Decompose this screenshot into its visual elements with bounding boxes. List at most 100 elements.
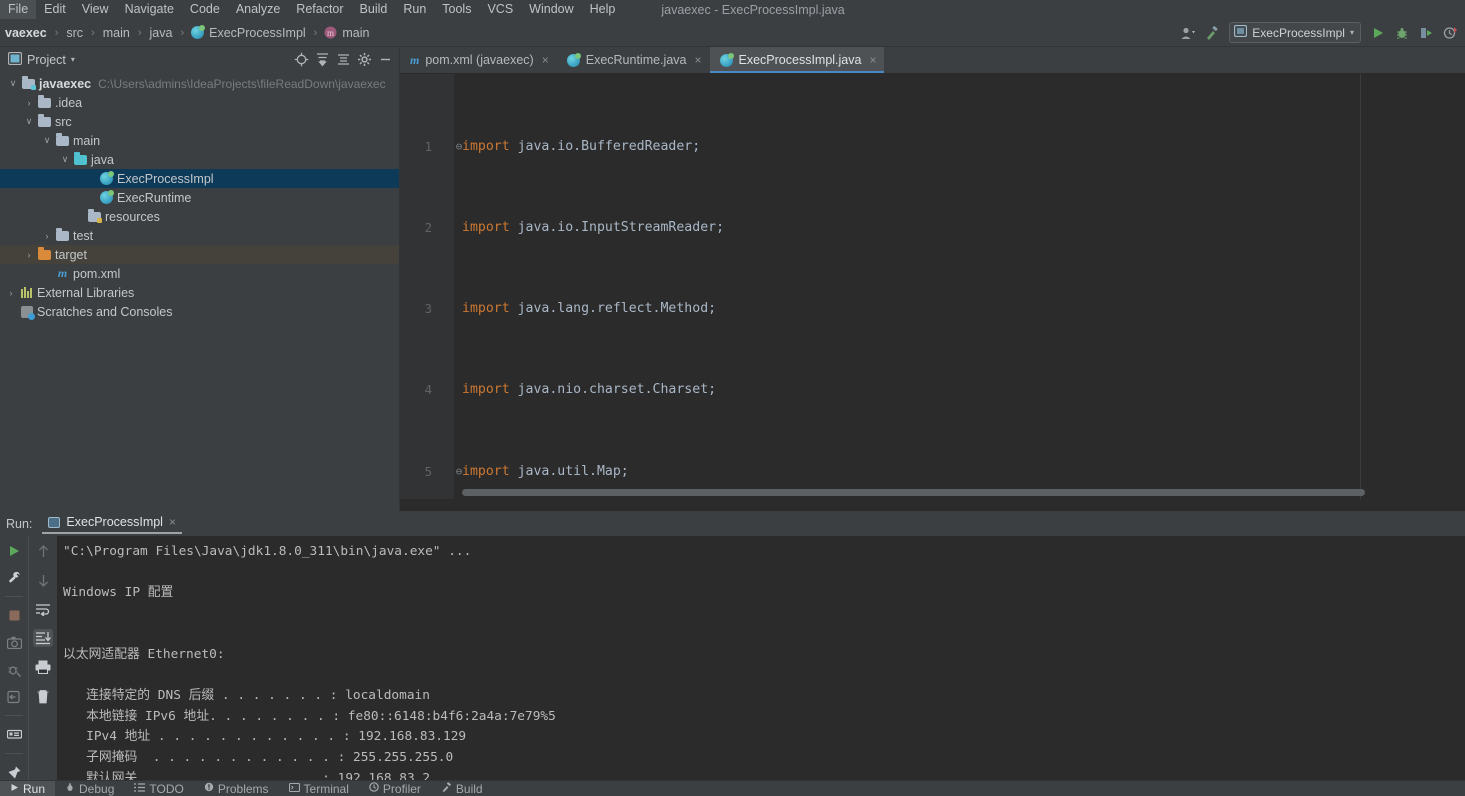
status-item-todo[interactable]: TODO: [124, 781, 193, 796]
chevron-down-icon[interactable]: ∨: [40, 135, 54, 146]
tree-row-resources[interactable]: · resources: [0, 207, 399, 226]
tree-row-java[interactable]: ∨ java: [0, 150, 399, 169]
java-class-icon: [566, 52, 581, 67]
menu-navigate[interactable]: Navigate: [117, 0, 182, 19]
menu-window[interactable]: Window: [521, 0, 581, 19]
exit-icon[interactable]: [4, 688, 24, 705]
menu-vcs[interactable]: VCS: [479, 0, 521, 19]
profiler-clock-icon[interactable]: [1439, 22, 1461, 44]
chevron-down-icon[interactable]: ∨: [22, 116, 36, 127]
menu-build[interactable]: Build: [352, 0, 396, 19]
menu-help[interactable]: Help: [582, 0, 624, 19]
settings-wrench-icon[interactable]: [4, 569, 24, 586]
scroll-to-end-icon[interactable]: [33, 629, 53, 647]
chevron-right-icon[interactable]: ›: [22, 98, 36, 108]
java-class-icon: [98, 171, 115, 185]
rerun-icon[interactable]: [4, 542, 24, 559]
editor-tab-execruntime[interactable]: ExecRuntime.java ×: [557, 47, 710, 73]
status-item-problems[interactable]: Problems: [194, 781, 279, 796]
camera-snapshot-icon[interactable]: [4, 634, 24, 651]
code-editor[interactable]: 1 ⊖ import java.io.BufferedReader; 2 imp…: [400, 74, 1465, 499]
breadcrumb-item-project[interactable]: vaexec: [0, 25, 52, 41]
collapse-all-icon[interactable]: [333, 50, 353, 70]
close-icon[interactable]: ×: [867, 53, 876, 67]
stop-icon[interactable]: [4, 607, 24, 624]
chevron-right-icon[interactable]: ›: [4, 288, 18, 298]
close-icon[interactable]: ×: [540, 53, 549, 67]
status-item-debug[interactable]: Debug: [55, 781, 124, 796]
chevron-down-icon[interactable]: ▾: [71, 55, 75, 64]
chevron-down-icon[interactable]: ∨: [6, 78, 20, 89]
soft-wrap-icon[interactable]: [33, 600, 53, 618]
chevron-right-icon[interactable]: ›: [22, 250, 36, 260]
run-configuration-selector[interactable]: ExecProcessImpl ▾: [1229, 22, 1361, 43]
expand-all-icon[interactable]: [312, 50, 332, 70]
breadcrumb-item-java[interactable]: java: [145, 25, 178, 41]
chevron-right-icon[interactable]: ›: [40, 231, 54, 241]
clear-all-icon[interactable]: [33, 687, 53, 705]
menu-refactor[interactable]: Refactor: [288, 0, 351, 19]
settings-gear-icon[interactable]: [354, 50, 374, 70]
status-item-profiler[interactable]: Profiler: [359, 781, 431, 796]
tree-row-main[interactable]: ∨ main: [0, 131, 399, 150]
build-hammer-icon[interactable]: [1201, 22, 1223, 44]
tree-label: Scratches and Consoles: [37, 304, 173, 319]
console-output[interactable]: "C:\Program Files\Java\jdk1.8.0_311\bin\…: [57, 536, 1465, 781]
tree-label: pom.xml: [73, 266, 121, 281]
run-side-toolbar-right: [28, 536, 57, 781]
tree-row-pomxml[interactable]: · m pom.xml: [0, 264, 399, 283]
chevron-down-icon[interactable]: ∨: [58, 154, 72, 165]
menu-tools[interactable]: Tools: [434, 0, 479, 19]
tree-row-javaexec[interactable]: ∨ javaexec C:\Users\admins\IdeaProjects\…: [0, 74, 399, 93]
run-with-coverage-icon[interactable]: [1415, 22, 1437, 44]
down-arrow-icon[interactable]: [33, 571, 53, 589]
menu-edit[interactable]: Edit: [36, 0, 74, 19]
user-profile-icon[interactable]: [1177, 22, 1199, 44]
breadcrumb-item-class[interactable]: ExecProcessImpl: [187, 25, 311, 41]
status-item-run[interactable]: Run: [0, 781, 56, 796]
pin-tab-icon[interactable]: [4, 764, 24, 781]
menu-file[interactable]: File: [0, 0, 37, 19]
menu-analyze[interactable]: Analyze: [228, 0, 288, 19]
menu-run[interactable]: Run: [395, 0, 434, 19]
menu-code[interactable]: Code: [182, 0, 228, 19]
debug-bug-icon[interactable]: [1391, 22, 1413, 44]
hide-panel-icon[interactable]: [375, 50, 395, 70]
memory-icon[interactable]: [4, 726, 24, 743]
editor-tab-pom-xml[interactable]: m pom.xml (javaexec) ×: [400, 47, 557, 73]
dump-threads-icon[interactable]: [4, 661, 24, 678]
editor-horizontal-scrollbar[interactable]: [462, 489, 1365, 496]
project-panel-header: Project ▾: [0, 47, 399, 72]
status-item-build[interactable]: Build: [431, 781, 493, 796]
up-arrow-icon[interactable]: [33, 542, 53, 560]
run-play-icon[interactable]: [1367, 22, 1389, 44]
toolbar-divider: [5, 753, 23, 754]
tree-row-execprocessimpl[interactable]: · ExecProcessImpl: [0, 169, 399, 188]
tree-row-target[interactable]: › target: [0, 245, 399, 264]
fold-marker-icon[interactable]: ⊖: [453, 137, 465, 157]
close-icon[interactable]: ×: [692, 53, 701, 67]
tree-row-scratches[interactable]: · Scratches and Consoles: [0, 302, 399, 321]
editor-tab-execprocessimpl[interactable]: ExecProcessImpl.java ×: [709, 47, 885, 73]
breadcrumb-item-method[interactable]: m main: [320, 25, 374, 41]
breadcrumb-item-src[interactable]: src: [61, 25, 88, 41]
tree-row-external-libraries[interactable]: › External Libraries: [0, 283, 399, 302]
console-line: 本地链接 IPv6 地址. . . . . . . . : fe80::6148…: [63, 708, 556, 724]
status-item-terminal[interactable]: Terminal: [279, 781, 359, 796]
breadcrumb-separator: ›: [91, 26, 95, 39]
print-icon[interactable]: [33, 658, 53, 676]
tree-row-src[interactable]: ∨ src: [0, 112, 399, 131]
code-content[interactable]: 1 ⊖ import java.io.BufferedReader; 2 imp…: [400, 74, 1465, 499]
breadcrumb-item-main[interactable]: main: [98, 25, 135, 41]
tree-row-idea[interactable]: › .idea: [0, 93, 399, 112]
close-icon[interactable]: ×: [169, 515, 176, 529]
fold-marker-icon[interactable]: ⊖: [453, 462, 465, 482]
locate-icon[interactable]: [291, 50, 311, 70]
tree-row-test[interactable]: › test: [0, 226, 399, 245]
line-number: 2: [424, 221, 432, 236]
menu-view[interactable]: View: [74, 0, 117, 19]
tree-row-execruntime[interactable]: · ExecRuntime: [0, 188, 399, 207]
run-config-icon: [1234, 24, 1248, 40]
run-tab-execprocessimpl[interactable]: ExecProcessImpl ×: [42, 513, 182, 534]
folder-icon: [36, 113, 53, 127]
